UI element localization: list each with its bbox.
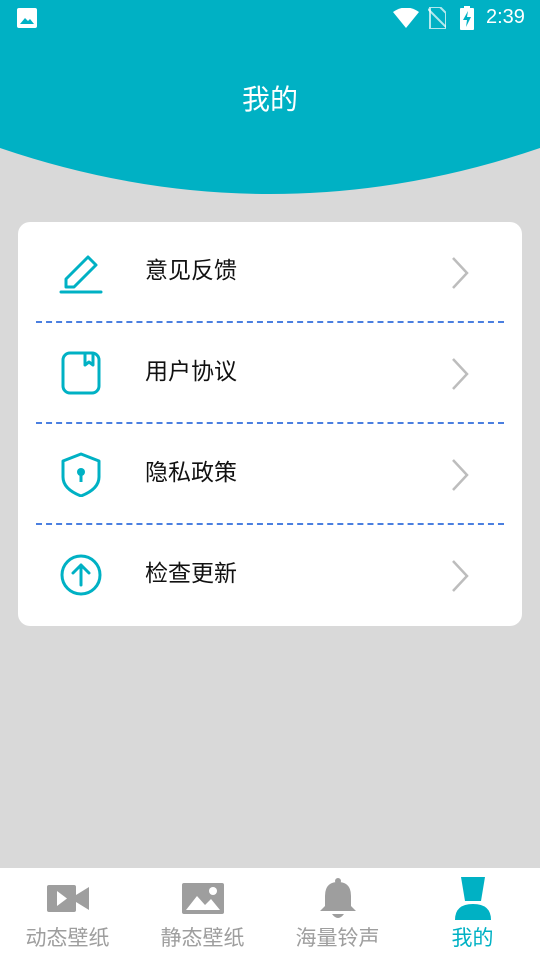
nav-label: 我的 xyxy=(451,926,494,950)
nav-item-mine[interactable]: 我的 xyxy=(405,868,540,960)
chevron-right-icon xyxy=(452,459,469,491)
nav-label: 静态壁纸 xyxy=(160,926,245,950)
menu-item-feedback[interactable]: 意见反馈 xyxy=(18,222,522,322)
image-icon xyxy=(182,883,224,914)
chevron-right-icon xyxy=(452,358,469,390)
gallery-icon xyxy=(17,8,37,28)
bottom-nav: 动态壁纸 静态壁纸 海量铃声 我的 xyxy=(0,868,540,960)
video-camera-icon xyxy=(47,885,89,912)
nav-item-live-wallpaper[interactable]: 动态壁纸 xyxy=(0,868,135,960)
menu-item-privacy-policy[interactable]: 隐私政策 xyxy=(18,424,522,524)
nav-label: 动态壁纸 xyxy=(25,926,110,950)
chevron-right-icon xyxy=(452,257,469,289)
menu-item-user-agreement[interactable]: 用户协议 xyxy=(18,323,522,423)
status-bar: 2:39 xyxy=(0,0,540,36)
no-sim-icon xyxy=(428,7,446,29)
battery-charging-icon xyxy=(460,6,474,30)
user-icon xyxy=(455,877,491,920)
menu-item-label: 检查更新 xyxy=(145,561,237,587)
menu-item-label: 用户协议 xyxy=(145,359,237,385)
page-title: 我的 xyxy=(241,83,298,116)
menu-item-label: 意见反馈 xyxy=(145,258,237,284)
upload-arrow-icon xyxy=(60,554,102,596)
nav-item-ringtones[interactable]: 海量铃声 xyxy=(270,868,405,960)
menu-card: 意见反馈 用户协议 隐私政策 检查更新 xyxy=(18,222,522,626)
menu-item-check-update[interactable]: 检查更新 xyxy=(18,525,522,625)
menu-item-label: 隐私政策 xyxy=(145,460,237,486)
status-time: 2:39 xyxy=(486,6,525,28)
edit-icon xyxy=(59,255,103,294)
chevron-right-icon xyxy=(452,560,469,592)
nav-label: 海量铃声 xyxy=(295,926,380,950)
agreement-icon xyxy=(61,351,101,395)
shield-icon xyxy=(61,452,101,497)
nav-item-static-wallpaper[interactable]: 静态壁纸 xyxy=(135,868,270,960)
wifi-icon xyxy=(393,8,419,28)
bell-icon xyxy=(320,878,356,918)
